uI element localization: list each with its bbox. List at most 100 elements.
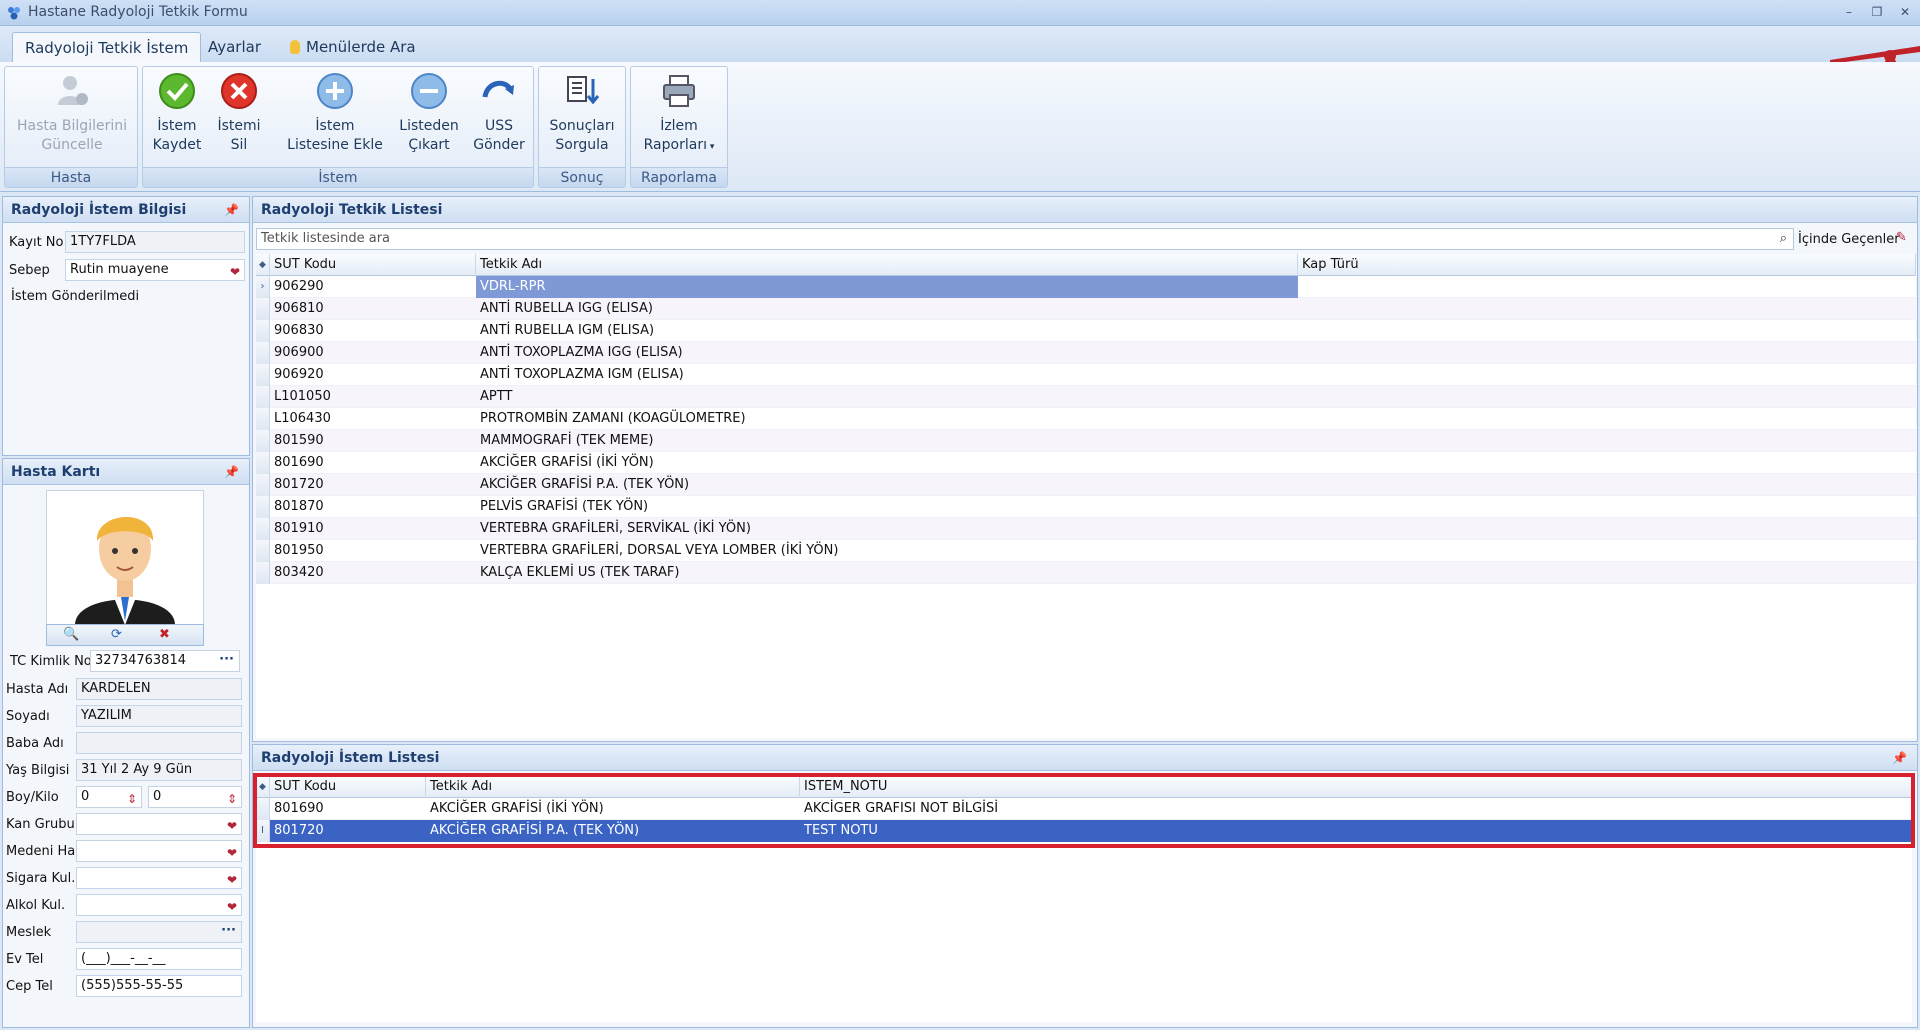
- update-patient-button[interactable]: Hasta Bilgilerini Güncelle: [13, 71, 131, 167]
- photo-delete-icon[interactable]: ✖: [159, 627, 170, 642]
- button-label: Güncelle: [41, 137, 103, 153]
- ellipsis-icon[interactable]: ···: [221, 921, 236, 941]
- remove-from-list-button[interactable]: Listeden Çıkart: [393, 71, 465, 167]
- table-row[interactable]: 801720 AKCİĞER GRAFİSİ P.A. (TEK YÖN): [256, 474, 1916, 496]
- table-cell: 801590: [274, 433, 324, 448]
- photo-refresh-icon[interactable]: ⟳: [111, 627, 122, 642]
- tetkik-search-input[interactable]: Tetkik listesinde ara ⌕: [256, 228, 1794, 250]
- header-indicator-icon: ◆: [256, 776, 270, 798]
- table-cell: [1298, 276, 1916, 298]
- spin-icon[interactable]: ⇕: [227, 789, 237, 809]
- row-indicator: [256, 798, 270, 820]
- table-cell: 906290: [274, 279, 324, 294]
- pin-icon[interactable]: 📌: [1892, 745, 1907, 771]
- column-header[interactable]: SUT Kodu: [270, 254, 476, 276]
- table-row[interactable]: 801910 VERTEBRA GRAFİLERİ, SERVİKAL (İKİ …: [256, 518, 1916, 540]
- add-to-request-list-button[interactable]: İstem Listesine Ekle: [281, 71, 389, 167]
- table-cell: VERTEBRA GRAFİLERİ, SERVİKAL (İKİ YÖN): [480, 521, 751, 536]
- button-label: Sil: [230, 137, 248, 153]
- button-label: Listeden: [399, 118, 459, 134]
- table-row[interactable]: 906810 ANTİ RUBELLA IGG (ELISA): [256, 298, 1916, 320]
- field-value: (___)___-__-__: [81, 951, 166, 966]
- kilo-stepper[interactable]: 0 ⇕: [148, 786, 242, 808]
- table-cell: [1298, 518, 1916, 540]
- tab-menulerde-ara[interactable]: Menülerde Ara: [278, 32, 428, 62]
- meslek-field[interactable]: ···: [76, 921, 242, 943]
- soyadi-field[interactable]: YAZILIM: [76, 705, 242, 727]
- button-label: Sonuçları: [549, 118, 615, 134]
- kan-grubu-dropdown[interactable]: ❤: [76, 813, 242, 835]
- table-row[interactable]: 801590 MAMMOGRAFİ (TEK MEME): [256, 430, 1916, 452]
- table-row[interactable]: 801870 PELVİS GRAFİSİ (TEK YÖN): [256, 496, 1916, 518]
- query-results-button[interactable]: Sonuçları Sorgula: [545, 71, 619, 167]
- table-cell: 801870: [274, 499, 324, 514]
- pin-icon[interactable]: 📌: [224, 197, 239, 223]
- table-row[interactable]: 801690 AKCİĞER GRAFİSİ (İKİ YÖN) AKCİGER G…: [256, 798, 1912, 820]
- column-header[interactable]: Tetkik Adı: [476, 254, 1298, 276]
- table-cell: 906810: [274, 301, 324, 316]
- table-cell: ANTİ TOXOPLAZMA IGG (ELISA): [480, 345, 683, 360]
- delete-request-button[interactable]: İstemi Sil: [211, 71, 267, 167]
- table-row[interactable]: L101050 APTT: [256, 386, 1916, 408]
- table-row[interactable]: 906920 ANTİ TOXOPLAZMA IGM (ELISA): [256, 364, 1916, 386]
- pin-icon[interactable]: 📌: [224, 459, 239, 485]
- table-cell: 801950: [274, 543, 324, 558]
- search-icon[interactable]: ⌕: [1780, 229, 1787, 249]
- search-mode-label[interactable]: İçinde Geçenler: [1798, 232, 1900, 247]
- grid-header: ◆ SUT Kodu Tetkik Adı ISTEM_NOTU: [256, 776, 1912, 798]
- table-cell: AKCİĞER GRAFİSİ (İKİ YÖN): [480, 455, 654, 470]
- table-row[interactable]: 906900 ANTİ TOXOPLAZMA IGG (ELISA): [256, 342, 1916, 364]
- minimize-icon[interactable]: –: [1838, 3, 1860, 21]
- column-header[interactable]: SUT Kodu: [270, 776, 426, 798]
- photo-search-icon[interactable]: 🔍: [63, 627, 79, 642]
- save-request-button[interactable]: İstem Kaydet: [149, 71, 205, 167]
- close-icon[interactable]: ✕: [1894, 3, 1916, 21]
- tc-kimlik-field[interactable]: 32734763814 ···: [90, 650, 240, 672]
- table-cell: [1298, 562, 1916, 584]
- table-cell: 801910: [274, 521, 324, 536]
- medeni-hal-dropdown[interactable]: ❤: [76, 840, 242, 862]
- baba-adi-field[interactable]: [76, 732, 242, 754]
- tetkik-grid: ◆ SUT Kodu Tetkik Adı Kap Türü › 906290 VD…: [256, 254, 1916, 738]
- column-header[interactable]: Tetkik Adı: [426, 776, 800, 798]
- kayit-no-field[interactable]: 1TY7FLDA: [65, 231, 245, 253]
- cep-tel-field[interactable]: (555)555-55-55: [76, 975, 242, 997]
- sebep-dropdown[interactable]: Rutin muayene ❤: [65, 259, 245, 281]
- table-row[interactable]: I 801720 AKCİĞER GRAFİSİ P.A. (TEK YÖN) TES…: [256, 820, 1912, 842]
- uss-send-button[interactable]: USS Gönder: [469, 71, 529, 167]
- boy-label: Boy/Kilo: [6, 790, 59, 805]
- boy-stepper[interactable]: 0 ⇕: [76, 786, 142, 808]
- ellipsis-icon[interactable]: ···: [219, 650, 234, 670]
- table-cell: 801720: [274, 477, 324, 492]
- panel-title: Radyoloji İstem Bilgisi: [11, 202, 187, 218]
- column-header[interactable]: ISTEM_NOTU: [800, 776, 1912, 798]
- table-cell: [1298, 364, 1916, 386]
- hasta-adi-field[interactable]: KARDELEN: [76, 678, 242, 700]
- monitoring-reports-button[interactable]: İzlem Raporları ▾: [637, 71, 721, 167]
- sigara-dropdown[interactable]: ❤: [76, 867, 242, 889]
- table-row[interactable]: 801690 AKCİĞER GRAFİSİ (İKİ YÖN): [256, 452, 1916, 474]
- table-row[interactable]: 906830 ANTİ RUBELLA IGM (ELISA): [256, 320, 1916, 342]
- yas-bilgisi-field[interactable]: 31 Yıl 2 Ay 9 Gün: [76, 759, 242, 781]
- row-indicator: [256, 452, 270, 474]
- button-label: Raporları: [643, 137, 707, 153]
- table-cell: MAMMOGRAFİ (TEK MEME): [480, 433, 654, 448]
- spin-icon[interactable]: ⇕: [127, 789, 137, 809]
- tab-label: Menülerde Ara: [306, 38, 416, 56]
- table-cell: [1298, 386, 1916, 408]
- tab-radyoloji-tetkik-istem[interactable]: Radyoloji Tetkik İstem: [12, 32, 202, 62]
- clear-filter-icon[interactable]: ✎: [1896, 230, 1907, 245]
- ev-tel-field[interactable]: (___)___-__-__: [76, 948, 242, 970]
- panel-title: Radyoloji Tetkik Listesi: [261, 202, 443, 218]
- table-row[interactable]: › 906290 VDRL-RPR: [256, 276, 1916, 298]
- row-indicator: ›: [256, 276, 270, 298]
- maximize-icon[interactable]: ❐: [1866, 3, 1888, 21]
- row-indicator: [256, 474, 270, 496]
- table-row[interactable]: 801950 VERTEBRA GRAFİLERİ, DORSAL VEYA LO…: [256, 540, 1916, 562]
- table-cell: APTT: [480, 389, 513, 404]
- table-row[interactable]: L106430 PROTROMBİN ZAMANI (KOAGÜLOMETRE): [256, 408, 1916, 430]
- tab-ayarlar[interactable]: Ayarlar: [196, 32, 273, 62]
- alkol-dropdown[interactable]: ❤: [76, 894, 242, 916]
- table-row[interactable]: 803420 KALÇA EKLEMİ US (TEK TARAF): [256, 562, 1916, 584]
- column-header[interactable]: Kap Türü: [1298, 254, 1916, 276]
